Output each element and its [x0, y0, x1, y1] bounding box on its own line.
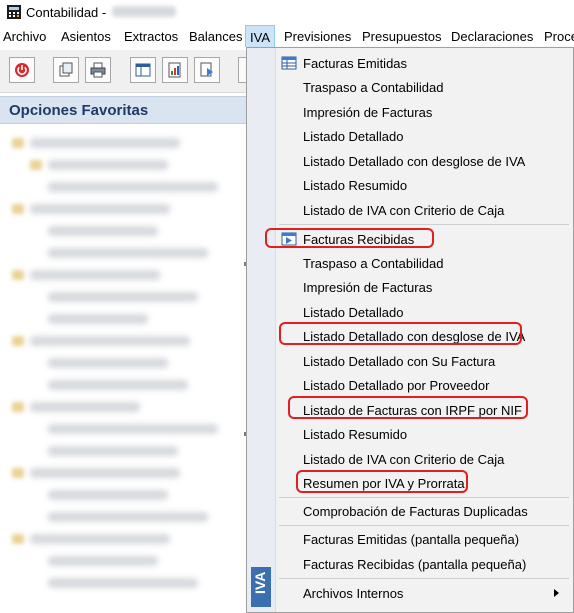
favorite-item[interactable] [48, 446, 178, 456]
highlight-facturas-recibidas [265, 228, 434, 248]
favorite-item[interactable] [30, 138, 180, 148]
menu-item-por-proveedor[interactable]: Listado Detallado por Proveedor [303, 378, 489, 393]
folder-icon [12, 204, 24, 214]
favorite-item[interactable] [30, 468, 180, 478]
highlight-resumen-prorrata [296, 470, 468, 493]
title-redacted [112, 6, 176, 17]
menu-extractos[interactable]: Extractos [124, 29, 178, 44]
power-icon [15, 63, 29, 77]
favorite-item[interactable] [48, 380, 188, 390]
iva-side-label: IVA [251, 567, 271, 607]
favorite-item[interactable] [48, 160, 168, 170]
folder-icon [12, 534, 24, 544]
menu-item-recibidas-pantalla-pequena[interactable]: Facturas Recibidas (pantalla pequeña) [303, 557, 526, 572]
menu-item-listado-detallado-emitidas[interactable]: Listado Detallado [303, 129, 403, 144]
menu-item-listado-detallado-recibidas[interactable]: Listado Detallado [303, 305, 403, 320]
menu-bar: Archivo Asientos Extractos Balances IVA … [0, 25, 574, 47]
window-button[interactable] [130, 57, 156, 83]
menu-item-listado-resumido-recibidas[interactable]: Listado Resumido [303, 427, 407, 442]
menu-item-facturas-emitidas[interactable]: Facturas Emitidas [303, 56, 407, 71]
folder-icon [12, 336, 24, 346]
menu-separator [279, 497, 569, 498]
favorite-item[interactable] [30, 402, 140, 412]
favorite-item[interactable] [48, 314, 148, 324]
favorite-item[interactable] [30, 336, 190, 346]
menu-procesos[interactable]: Proce [544, 29, 574, 44]
favorites-panel: Opciones Favoritas [0, 96, 250, 613]
copy-button[interactable] [53, 57, 79, 83]
favorites-title: Opciones Favoritas [9, 102, 149, 119]
menu-item-traspaso-recibidas[interactable]: Traspaso a Contabilidad [303, 256, 443, 271]
iva-dropdown-menu: IVA Facturas Emitidas Traspaso a Contabi… [246, 47, 574, 613]
favorite-item[interactable] [30, 270, 160, 280]
favorite-item[interactable] [48, 182, 218, 192]
menu-gutter [247, 48, 276, 612]
title-bar: Contabilidad - [0, 0, 574, 25]
menu-item-archivos-internos[interactable]: Archivos Internos [303, 586, 403, 601]
exit-button[interactable] [9, 57, 35, 83]
folder-icon [12, 402, 24, 412]
submenu-arrow-icon [554, 589, 559, 597]
menu-item-criterio-caja-emitidas[interactable]: Listado de IVA con Criterio de Caja [303, 203, 504, 218]
invoice-grid-icon [281, 56, 297, 70]
folder-icon [12, 468, 24, 478]
menu-iva[interactable]: IVA [245, 25, 275, 47]
menu-item-listado-resumido-emitidas[interactable]: Listado Resumido [303, 178, 407, 193]
favorite-item[interactable] [48, 358, 168, 368]
favorite-item[interactable] [48, 490, 168, 500]
menu-item-su-factura[interactable]: Listado Detallado con Su Factura [303, 354, 495, 369]
window-icon [135, 63, 151, 77]
folder-icon [12, 138, 24, 148]
window-title: Contabilidad - [26, 5, 107, 20]
favorite-item[interactable] [30, 534, 170, 544]
menu-declaraciones[interactable]: Declaraciones [451, 29, 533, 44]
favorite-item[interactable] [48, 512, 208, 522]
menu-item-impresion-recibidas[interactable]: Impresión de Facturas [303, 280, 432, 295]
menu-item-emitidas-pantalla-pequena[interactable]: Facturas Emitidas (pantalla pequeña) [303, 532, 519, 547]
menu-archivo[interactable]: Archivo [3, 29, 46, 44]
highlight-desglose-iva [279, 322, 522, 345]
report-button[interactable] [162, 57, 188, 83]
folder-icon [12, 270, 24, 280]
favorite-item[interactable] [30, 204, 170, 214]
menu-previsiones[interactable]: Previsiones [284, 29, 351, 44]
menu-separator [279, 525, 569, 526]
highlight-irpf-nif [288, 396, 528, 419]
folder-icon [30, 160, 42, 170]
favorite-item[interactable] [48, 424, 218, 434]
import-button[interactable] [194, 57, 220, 83]
menu-separator [279, 578, 569, 579]
menu-separator [279, 224, 569, 225]
menu-asientos[interactable]: Asientos [61, 29, 111, 44]
favorite-item[interactable] [48, 556, 158, 566]
printer-icon [90, 62, 106, 78]
favorite-item[interactable] [48, 248, 208, 258]
menu-item-traspaso-emitidas[interactable]: Traspaso a Contabilidad [303, 80, 443, 95]
report-chart-icon [168, 62, 181, 78]
favorites-header: Opciones Favoritas [0, 96, 250, 124]
menu-balances[interactable]: Balances [189, 29, 242, 44]
menu-item-comprobacion-duplicadas[interactable]: Comprobación de Facturas Duplicadas [303, 504, 528, 519]
menu-item-desglose-iva-emitidas[interactable]: Listado Detallado con desglose de IVA [303, 154, 525, 169]
calculator-app-icon [7, 5, 21, 19]
favorite-item[interactable] [48, 292, 198, 302]
print-button[interactable] [85, 57, 111, 83]
favorite-item[interactable] [48, 226, 158, 236]
menu-item-criterio-caja-recibidas[interactable]: Listado de IVA con Criterio de Caja [303, 452, 504, 467]
document-arrow-icon [200, 62, 213, 77]
copy-pages-icon [59, 62, 73, 77]
iva-side-label-text: IVA [252, 571, 268, 594]
menu-presupuestos[interactable]: Presupuestos [362, 29, 442, 44]
favorite-item[interactable] [48, 578, 198, 588]
menu-item-impresion-emitidas[interactable]: Impresión de Facturas [303, 105, 432, 120]
